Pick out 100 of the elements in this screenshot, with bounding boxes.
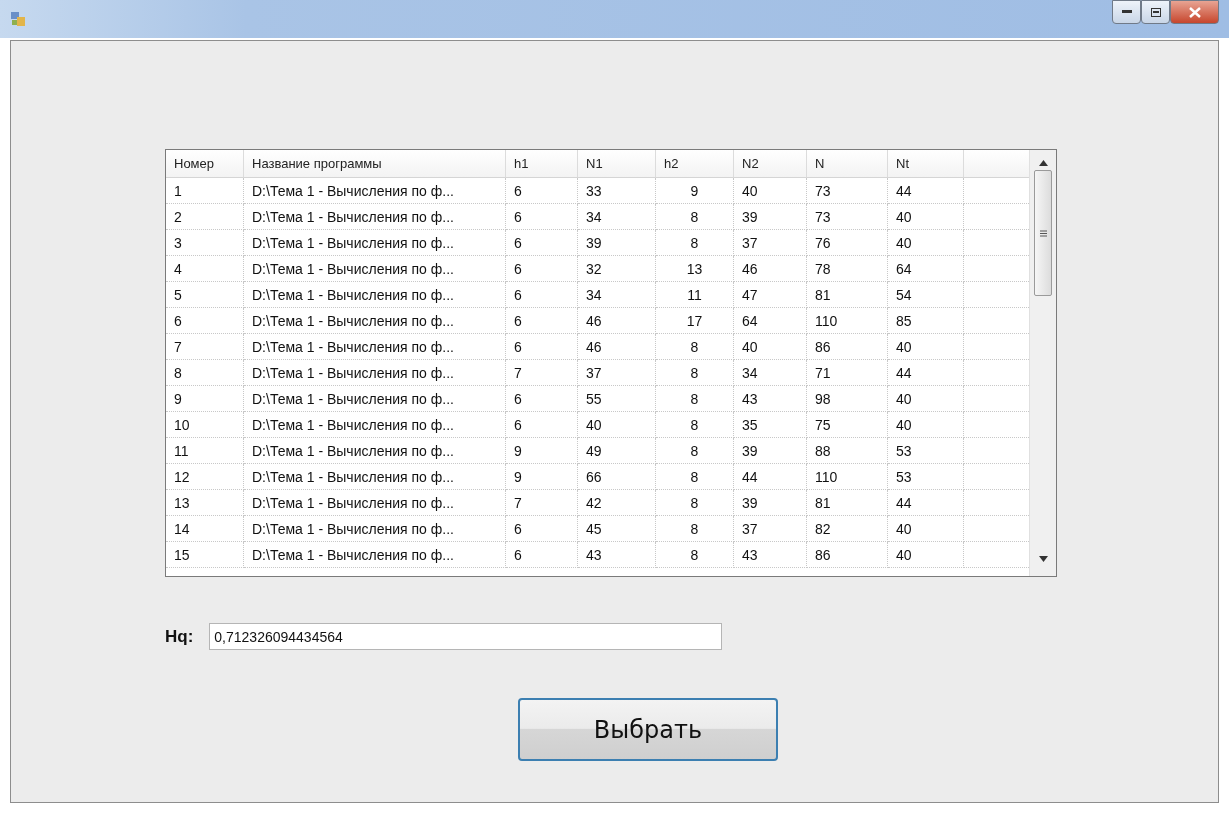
table-cell: 110 bbox=[807, 464, 888, 490]
table-cell: 4 bbox=[166, 256, 244, 282]
table-cell: 110 bbox=[807, 308, 888, 334]
grip-icon bbox=[1039, 229, 1047, 237]
table-cell: 43 bbox=[734, 386, 807, 412]
table-cell: 5 bbox=[166, 282, 244, 308]
table-cell: 8 bbox=[656, 516, 734, 542]
table-cell: 8 bbox=[656, 490, 734, 516]
table-cell: 8 bbox=[166, 360, 244, 386]
table-cell: D:\Тема 1 - Вычисления по ф... bbox=[244, 334, 506, 360]
column-header[interactable]: N bbox=[807, 150, 888, 178]
table-cell: 40 bbox=[578, 412, 656, 438]
table-cell: 66 bbox=[578, 464, 656, 490]
column-header[interactable]: Название программы bbox=[244, 150, 506, 178]
table-cell: 34 bbox=[578, 204, 656, 230]
table-cell: D:\Тема 1 - Вычисления по ф... bbox=[244, 386, 506, 412]
column-header[interactable]: h1 bbox=[506, 150, 578, 178]
table-cell: 6 bbox=[506, 412, 578, 438]
table-cell: 98 bbox=[807, 386, 888, 412]
table-cell: 37 bbox=[734, 516, 807, 542]
table-cell: D:\Тема 1 - Вычисления по ф... bbox=[244, 412, 506, 438]
scroll-up-icon[interactable] bbox=[1038, 160, 1048, 166]
table-cell: 40 bbox=[888, 230, 964, 256]
table-cell: 75 bbox=[807, 412, 888, 438]
table-cell: 17 bbox=[656, 308, 734, 334]
table-cell: 73 bbox=[807, 204, 888, 230]
table-cell: 3 bbox=[166, 230, 244, 256]
table-cell: 76 bbox=[807, 230, 888, 256]
table-cell: 12 bbox=[166, 464, 244, 490]
table-cell: 8 bbox=[656, 204, 734, 230]
close-button[interactable] bbox=[1170, 0, 1219, 24]
table-cell: 7 bbox=[506, 360, 578, 386]
column-header[interactable]: Nt bbox=[888, 150, 964, 178]
maximize-button[interactable] bbox=[1141, 0, 1170, 24]
app-icon bbox=[10, 11, 26, 27]
column-header[interactable]: Номер bbox=[166, 150, 244, 178]
table-cell: 40 bbox=[888, 334, 964, 360]
close-icon bbox=[1188, 6, 1201, 18]
table-cell: 6 bbox=[506, 256, 578, 282]
table-cell: 6 bbox=[506, 308, 578, 334]
table-cell: 46 bbox=[578, 334, 656, 360]
minimize-icon bbox=[1121, 10, 1132, 14]
table-cell: 43 bbox=[734, 542, 807, 568]
table-cell: D:\Тема 1 - Вычисления по ф... bbox=[244, 464, 506, 490]
table-cell: D:\Тема 1 - Вычисления по ф... bbox=[244, 282, 506, 308]
table-cell: D:\Тема 1 - Вычисления по ф... bbox=[244, 490, 506, 516]
table-cell: 11 bbox=[656, 282, 734, 308]
table-cell: 86 bbox=[807, 542, 888, 568]
table-cell: 49 bbox=[578, 438, 656, 464]
table-cell: 45 bbox=[578, 516, 656, 542]
table-cell: 53 bbox=[888, 438, 964, 464]
table-cell: 8 bbox=[656, 438, 734, 464]
hq-label: Hq: bbox=[165, 626, 194, 647]
table-cell: 6 bbox=[506, 542, 578, 568]
table-cell: 8 bbox=[656, 360, 734, 386]
table-cell: 39 bbox=[578, 230, 656, 256]
table-cell: 7 bbox=[166, 334, 244, 360]
table-cell: 44 bbox=[734, 464, 807, 490]
minimize-button[interactable] bbox=[1112, 0, 1141, 24]
table-cell: D:\Тема 1 - Вычисления по ф... bbox=[244, 178, 506, 204]
scrollbar-thumb[interactable] bbox=[1034, 170, 1052, 296]
table-cell: 73 bbox=[807, 178, 888, 204]
table-cell: 9 bbox=[506, 464, 578, 490]
table-cell: 6 bbox=[506, 386, 578, 412]
table-cell: 6 bbox=[506, 178, 578, 204]
table-cell: 71 bbox=[807, 360, 888, 386]
column-header[interactable]: h2 bbox=[656, 150, 734, 178]
scroll-down-icon[interactable] bbox=[1038, 556, 1048, 562]
table-cell: 40 bbox=[888, 542, 964, 568]
table-cell: 40 bbox=[888, 412, 964, 438]
column-header[interactable]: N1 bbox=[578, 150, 656, 178]
table-cell: 40 bbox=[734, 334, 807, 360]
table-cell: D:\Тема 1 - Вычисления по ф... bbox=[244, 438, 506, 464]
scrollbar[interactable] bbox=[1029, 150, 1056, 576]
table-cell: 78 bbox=[807, 256, 888, 282]
table-cell: 43 bbox=[578, 542, 656, 568]
table-cell: 37 bbox=[734, 230, 807, 256]
table-cell: 54 bbox=[888, 282, 964, 308]
table-cell: 35 bbox=[734, 412, 807, 438]
table-cell: D:\Тема 1 - Вычисления по ф... bbox=[244, 230, 506, 256]
table-cell: 9 bbox=[506, 438, 578, 464]
table-cell: 44 bbox=[888, 360, 964, 386]
table-cell: 85 bbox=[888, 308, 964, 334]
table-cell: 44 bbox=[888, 178, 964, 204]
table-cell: 40 bbox=[888, 204, 964, 230]
table-cell: 40 bbox=[888, 386, 964, 412]
table-cell: 39 bbox=[734, 204, 807, 230]
table-cell: 34 bbox=[578, 282, 656, 308]
select-button[interactable]: Выбрать bbox=[518, 698, 778, 761]
hq-field[interactable]: 0,712326094434564 bbox=[209, 623, 723, 650]
table-cell: 2 bbox=[166, 204, 244, 230]
table-cell: 6 bbox=[506, 230, 578, 256]
table-cell: 6 bbox=[506, 204, 578, 230]
column-header[interactable]: N2 bbox=[734, 150, 807, 178]
table-cell: D:\Тема 1 - Вычисления по ф... bbox=[244, 360, 506, 386]
table-cell: 40 bbox=[734, 178, 807, 204]
table-cell: 46 bbox=[734, 256, 807, 282]
table-cell: 64 bbox=[734, 308, 807, 334]
table-cell: 53 bbox=[888, 464, 964, 490]
table-cell: 46 bbox=[578, 308, 656, 334]
